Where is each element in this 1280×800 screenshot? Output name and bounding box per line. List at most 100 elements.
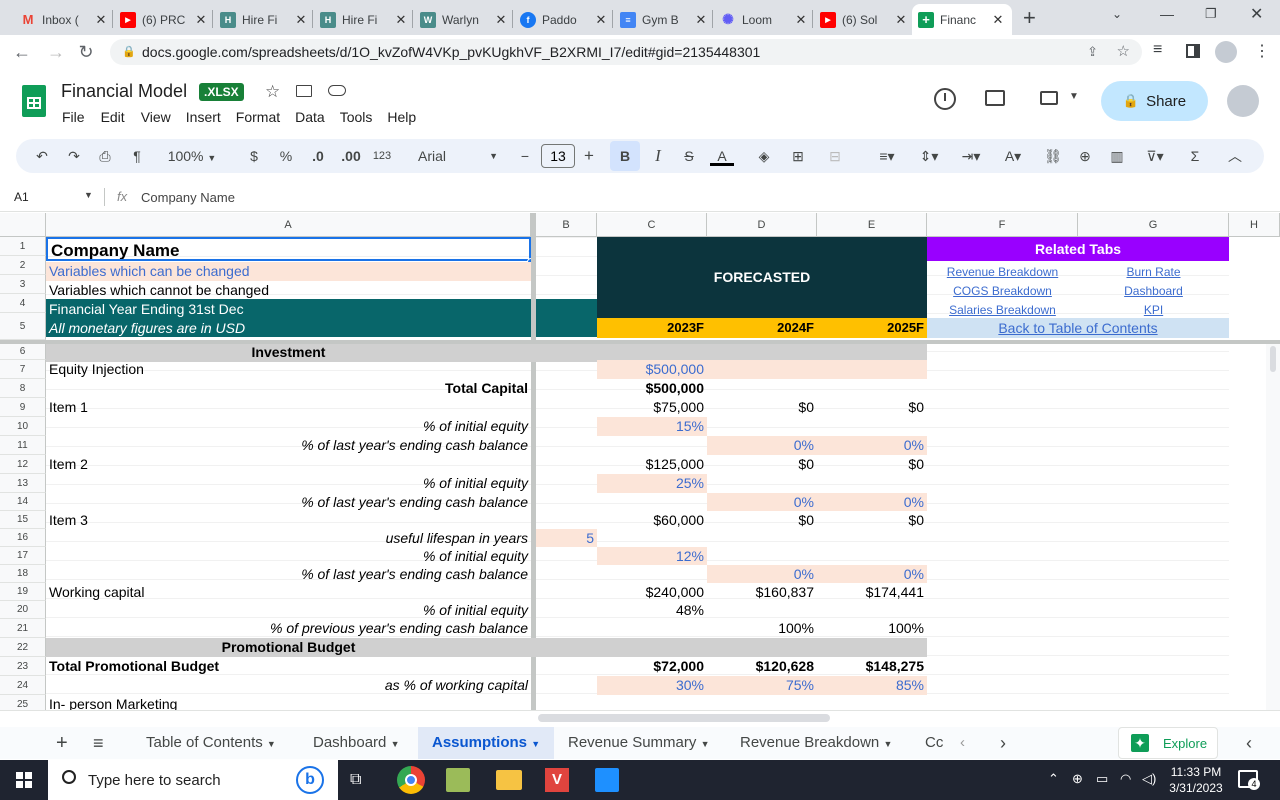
- decrease-decimal-button[interactable]: .0: [306, 139, 330, 173]
- cell-a1-company-name[interactable]: Company Name: [46, 237, 531, 261]
- doc-title[interactable]: Financial Model: [61, 81, 187, 102]
- link-kpi[interactable]: KPI: [1078, 303, 1229, 317]
- tab-revenue-summary[interactable]: Revenue Summary ▼: [568, 727, 709, 759]
- filter-icon[interactable]: ⊽▾: [1138, 139, 1172, 173]
- side-panel-toggle-icon[interactable]: ‹: [1246, 727, 1252, 759]
- column-header[interactable]: F: [927, 213, 1078, 237]
- close-icon[interactable]: ✕: [893, 12, 909, 28]
- item1-2023[interactable]: $75,000: [597, 398, 707, 417]
- row-header[interactable]: 4: [0, 294, 46, 313]
- row-header[interactable]: 11: [0, 436, 46, 455]
- column-header[interactable]: D: [707, 213, 817, 237]
- align-horizontal-icon[interactable]: ≡▾: [870, 139, 904, 173]
- row-header[interactable]: 13: [0, 474, 46, 493]
- file-explorer-icon[interactable]: [496, 770, 522, 790]
- column-header[interactable]: C: [597, 213, 707, 237]
- as-pct-wc-2025[interactable]: 85%: [817, 676, 927, 695]
- tab-table-of-contents[interactable]: Table of Contents ▼: [146, 727, 276, 759]
- cloud-status-icon[interactable]: [328, 85, 346, 96]
- history-icon[interactable]: [934, 88, 956, 110]
- as-pct-wc-2024[interactable]: 75%: [707, 676, 817, 695]
- vertical-scrollbar[interactable]: [1266, 344, 1280, 710]
- photos-icon[interactable]: [595, 768, 619, 792]
- print-icon[interactable]: ⎙: [94, 139, 116, 173]
- percent-format-button[interactable]: %: [278, 139, 294, 173]
- pct-previous-year-label[interactable]: % of previous year's ending cash balance: [46, 619, 531, 638]
- link-revenue-breakdown[interactable]: Revenue Breakdown: [927, 265, 1078, 279]
- tab-revenue-breakdown[interactable]: Revenue Breakdown ▼: [740, 727, 892, 759]
- fill-color-icon[interactable]: ◈: [754, 139, 774, 173]
- all-sheets-icon[interactable]: ≡: [93, 727, 104, 759]
- move-folder-icon[interactable]: [296, 85, 312, 97]
- column-header[interactable]: B: [536, 213, 597, 237]
- working-capital-pct-prev-2025[interactable]: 100%: [817, 619, 927, 638]
- menu-edit[interactable]: Edit: [101, 109, 125, 125]
- italic-button[interactable]: I: [650, 139, 666, 173]
- insert-comment-icon[interactable]: ⊕: [1074, 139, 1096, 173]
- total-promo-2024[interactable]: $120,628: [707, 657, 817, 676]
- legend-changeable[interactable]: Variables which can be changed: [46, 262, 531, 281]
- row-header[interactable]: 21: [0, 619, 46, 638]
- align-vertical-icon[interactable]: ⇕▾: [912, 139, 946, 173]
- scroll-thumb[interactable]: [1270, 346, 1276, 372]
- browser-tab[interactable]: H Hire Fi ✕: [214, 4, 315, 35]
- avatar[interactable]: [1227, 85, 1259, 117]
- row-header[interactable]: 3: [0, 275, 46, 294]
- row-header[interactable]: 12: [0, 455, 46, 474]
- link-dashboard[interactable]: Dashboard: [1078, 284, 1229, 298]
- as-pct-wc-label[interactable]: as % of working capital: [46, 676, 531, 695]
- currency-format-button[interactable]: $: [247, 139, 261, 173]
- row-header[interactable]: 14: [0, 493, 46, 511]
- side-panel-icon[interactable]: [1186, 44, 1200, 58]
- bookmark-star-icon[interactable]: ☆: [1117, 39, 1130, 65]
- font-size-input[interactable]: 13: [541, 144, 575, 168]
- close-icon[interactable]: ✕: [293, 12, 309, 28]
- row-header[interactable]: 15: [0, 511, 46, 529]
- row-header[interactable]: 6: [0, 344, 46, 360]
- total-promo-budget-label[interactable]: Total Promotional Budget: [46, 657, 531, 676]
- link-back-to-toc[interactable]: Back to Table of Contents: [927, 319, 1229, 337]
- close-icon[interactable]: ✕: [793, 12, 809, 28]
- item3-2024[interactable]: $0: [707, 511, 817, 529]
- browser-tab-active[interactable]: + Financ ✕: [912, 4, 1012, 35]
- clock[interactable]: 11:33 PM 3/31/2023: [1166, 764, 1226, 796]
- row-header[interactable]: 16: [0, 529, 46, 547]
- row-header[interactable]: 23: [0, 657, 46, 676]
- pct-last-year-label[interactable]: % of last year's ending cash balance: [46, 565, 531, 583]
- close-icon[interactable]: ✕: [393, 12, 409, 28]
- taskbar-search-box[interactable]: Type here to search b: [48, 760, 338, 800]
- column-header[interactable]: A: [46, 213, 531, 237]
- redo-icon[interactable]: ↷: [64, 139, 84, 173]
- row-header[interactable]: 7: [0, 360, 46, 379]
- comments-icon[interactable]: [985, 90, 1005, 106]
- merge-cells-icon[interactable]: ⊟: [820, 139, 850, 173]
- reload-icon[interactable]: ↻: [76, 42, 96, 63]
- chevron-down-icon[interactable]: ▼: [1069, 91, 1079, 102]
- zoom-select[interactable]: 100% ▼: [161, 139, 223, 173]
- scroll-tabs-left-icon[interactable]: ‹: [960, 727, 965, 759]
- more-formats-button[interactable]: 123: [370, 139, 394, 173]
- pct-initial-equity-label[interactable]: % of initial equity: [46, 601, 531, 619]
- formula-input[interactable]: Company Name: [141, 190, 235, 205]
- strikethrough-button[interactable]: S: [680, 139, 698, 173]
- frozen-column-divider[interactable]: [531, 213, 536, 710]
- item3-2023[interactable]: $60,000: [597, 511, 707, 529]
- app-icon[interactable]: [446, 768, 470, 792]
- working-capital-pct-prev-2024[interactable]: 100%: [707, 619, 817, 638]
- menu-insert[interactable]: Insert: [186, 109, 221, 125]
- pct-last-year-label[interactable]: % of last year's ending cash balance: [46, 436, 531, 455]
- task-view-icon[interactable]: ⧉: [350, 771, 361, 789]
- item3-pct-last-2024[interactable]: 0%: [707, 565, 817, 583]
- useful-lifespan-value[interactable]: 5: [536, 529, 597, 547]
- profile-avatar[interactable]: [1215, 41, 1237, 63]
- row-header[interactable]: 22: [0, 638, 46, 657]
- row-header[interactable]: 17: [0, 547, 46, 565]
- browser-tab[interactable]: ▶ (6) PRC ✕: [114, 4, 215, 35]
- menu-view[interactable]: View: [141, 109, 171, 125]
- working-capital-2025[interactable]: $174,441: [817, 583, 927, 601]
- forward-icon[interactable]: →: [46, 42, 66, 63]
- horizontal-scrollbar[interactable]: [0, 710, 1280, 727]
- usd-note[interactable]: All monetary figures are in USD: [46, 319, 531, 338]
- tray-chevron-icon[interactable]: ⌃: [1048, 771, 1059, 787]
- as-pct-wc-2023[interactable]: 30%: [597, 676, 707, 695]
